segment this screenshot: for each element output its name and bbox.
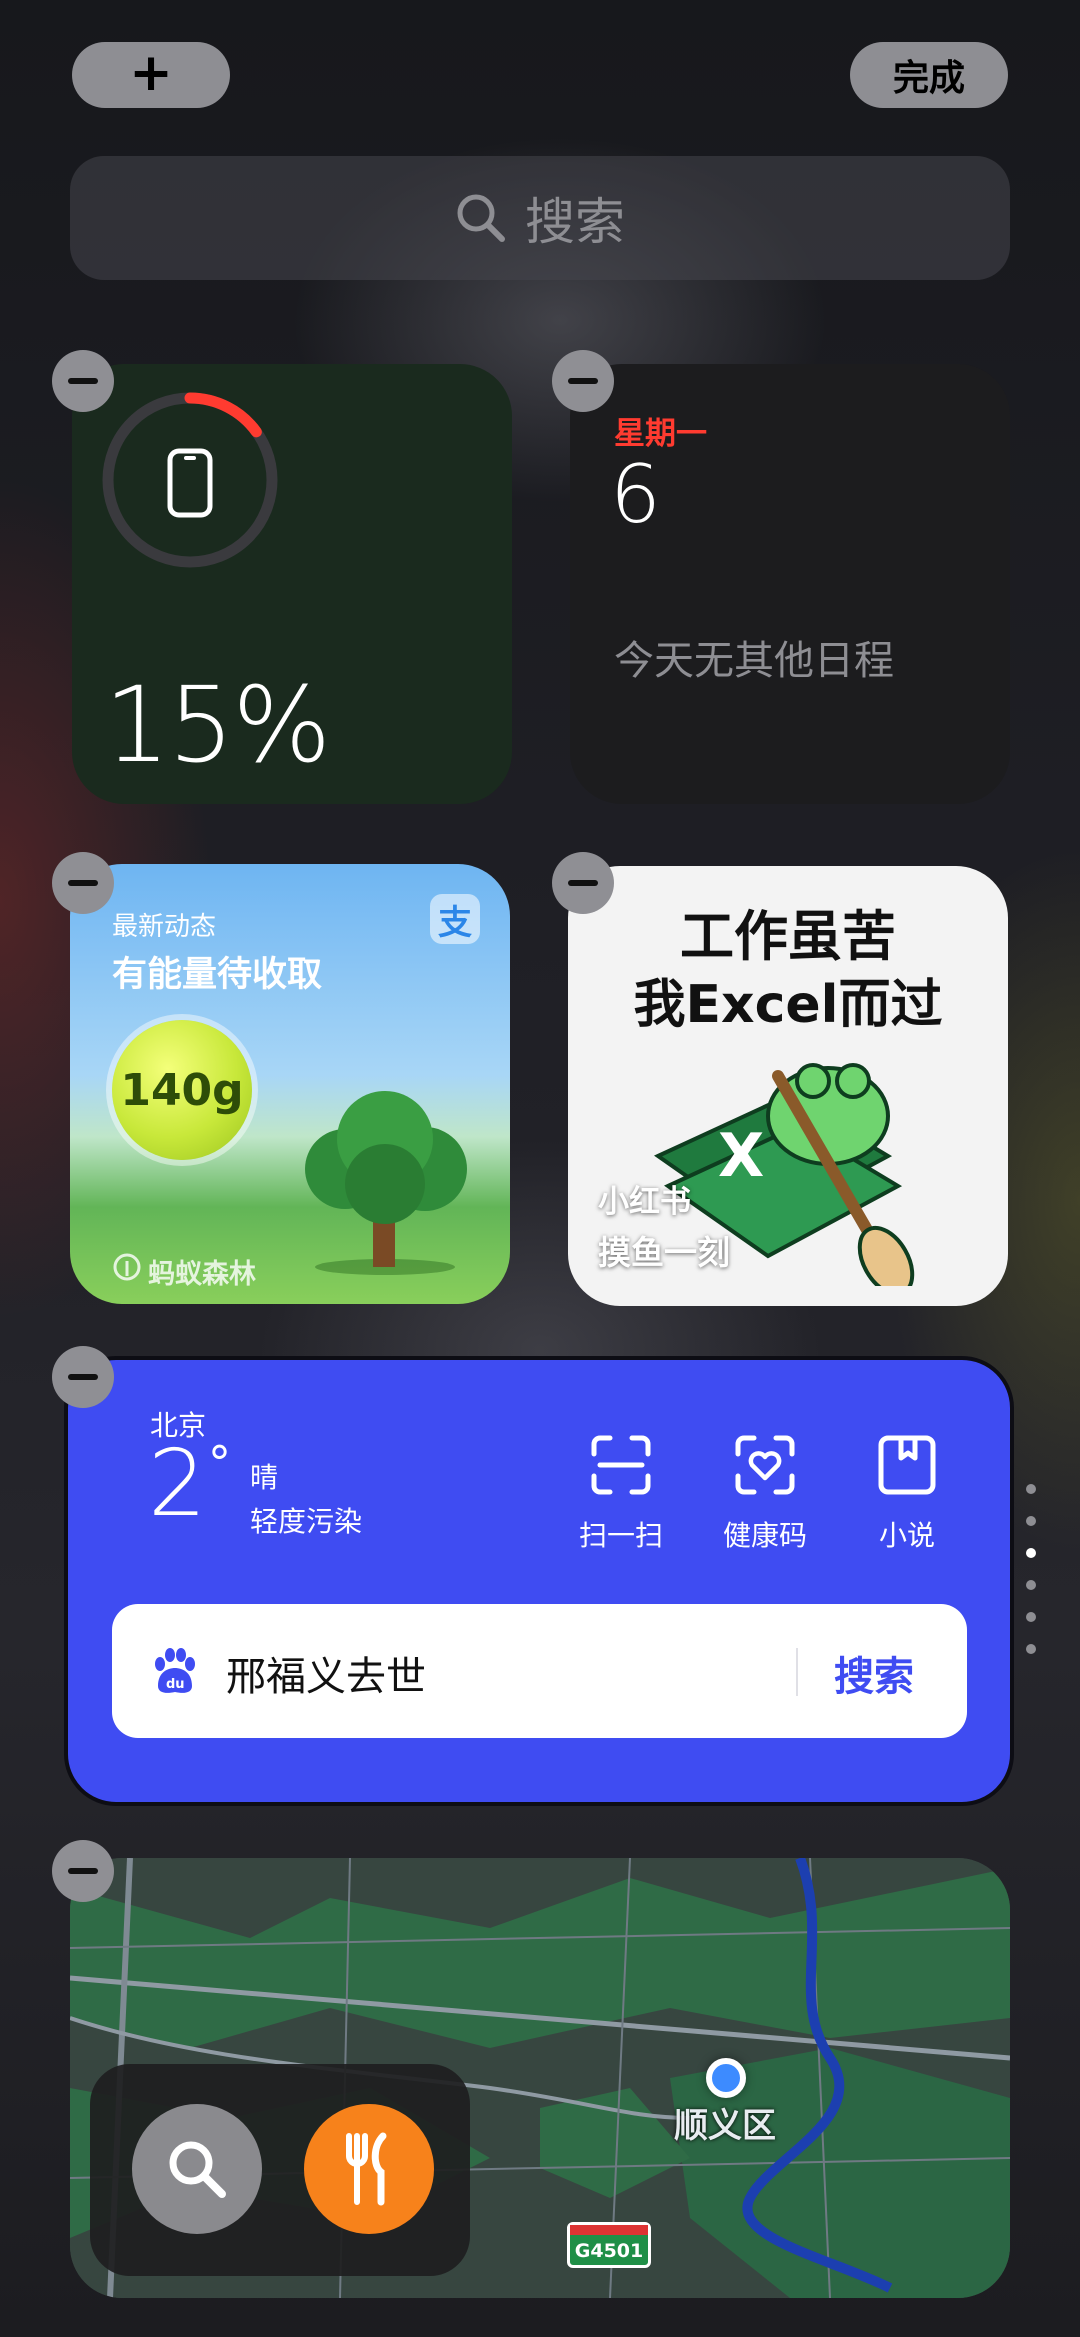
xhs-headline-2: 我Excel而过 — [633, 975, 943, 1035]
remove-map-widget-button[interactable] — [52, 1840, 114, 1902]
search-placeholder: 搜索 — [525, 193, 625, 251]
alipay-title: 有能量待收取 — [112, 955, 323, 995]
remove-alipay-widget-button[interactable] — [52, 852, 114, 914]
remove-battery-widget-button[interactable] — [52, 350, 114, 412]
calendar-events-text: 今天无其他日程 — [614, 638, 894, 684]
scan-label: 扫一扫 — [578, 1519, 663, 1552]
baidu-search-query: 邢福义去世 — [226, 1654, 426, 1700]
baidu-search-button[interactable]: 搜索 — [834, 1644, 914, 1702]
alipay-app-name: 蚂蚁森林 — [148, 1259, 256, 1290]
remove-baidu-widget-button[interactable] — [52, 1346, 114, 1408]
xhs-headline-1: 工作虽苦 — [680, 905, 896, 968]
done-label: 完成 — [892, 58, 965, 99]
fork-knife-icon — [346, 2132, 387, 2206]
calendar-day: 6 — [610, 448, 661, 541]
add-label: + — [129, 43, 173, 103]
xhs-app-name: 小红书 — [598, 1184, 691, 1220]
forest-logo-icon — [113, 1253, 141, 1281]
page-dot — [1026, 1612, 1036, 1622]
novel-shortcut[interactable]: 小说 — [842, 1430, 972, 1554]
map-place-label: 顺义区 — [674, 2106, 776, 2146]
baidu-paw-icon: du — [155, 1648, 195, 1693]
xiaohongshu-widget[interactable]: 工作虽苦 我Excel而过 X 小红书 摸鱼一刻 — [568, 866, 1008, 1306]
page-dot — [1026, 1516, 1036, 1526]
widget-search-field[interactable]: 搜索 — [70, 156, 1010, 280]
health-code-icon — [735, 1435, 795, 1495]
health-code-label: 健康码 — [722, 1519, 807, 1552]
search-icon — [457, 194, 505, 242]
energy-ball: 140g — [112, 1020, 252, 1160]
map-search-button[interactable] — [132, 2104, 262, 2234]
page-dot-active — [1026, 1548, 1036, 1558]
weather-condition: 晴 — [250, 1461, 279, 1494]
novel-label: 小说 — [878, 1519, 935, 1552]
weather-air-quality: 轻度污染 — [250, 1505, 363, 1538]
battery-percentage: 15% — [104, 664, 331, 786]
weather-temperature: 2 — [148, 1430, 207, 1537]
map-food-button[interactable] — [304, 2104, 434, 2234]
tree-illustration — [305, 1091, 467, 1275]
weather-degree: ° — [208, 1436, 231, 1490]
page-dot — [1026, 1644, 1036, 1654]
road-badge-label: G4501 — [574, 2240, 644, 2262]
search-icon — [169, 2141, 226, 2198]
road-badge-stripe — [570, 2225, 648, 2235]
xhs-caption: 摸鱼一刻 — [598, 1233, 730, 1272]
done-button[interactable]: 完成 — [850, 42, 1008, 108]
health-code-shortcut[interactable]: 健康码 — [700, 1430, 830, 1554]
page-dot — [1026, 1580, 1036, 1590]
road-badge: G4501 — [567, 2222, 651, 2268]
calendar-weekday: 星期一 — [614, 416, 707, 452]
remove-calendar-widget-button[interactable] — [552, 350, 614, 412]
map-location-dot — [706, 2058, 746, 2098]
alipay-icon: 支 — [430, 894, 480, 944]
baidu-widget[interactable] — [64, 1356, 1014, 1806]
scan-icon — [591, 1435, 651, 1495]
alipay-subtitle: 最新动态 — [112, 912, 217, 942]
battery-widget[interactable]: 15% — [72, 364, 512, 804]
svg-text:X: X — [718, 1121, 764, 1191]
svg-text:du: du — [166, 1677, 185, 1692]
phone-icon — [167, 448, 213, 518]
add-widget-button[interactable]: + — [72, 42, 230, 108]
alipay-forest-widget[interactable]: 最新动态 有能量待收取 支 140g 蚂蚁森林 — [70, 864, 510, 1304]
page-dot — [1026, 1484, 1036, 1494]
remove-xhs-widget-button[interactable] — [552, 852, 614, 914]
energy-amount: 140g — [120, 1064, 244, 1116]
baidu-search-bar[interactable]: du 邢福义去世 搜索 — [112, 1604, 967, 1738]
calendar-widget[interactable]: 星期一 6 今天无其他日程 — [570, 364, 1010, 804]
scan-shortcut[interactable]: 扫一扫 — [556, 1430, 686, 1554]
search-divider — [796, 1648, 798, 1696]
map-widget[interactable]: 顺义区 G4501 — [70, 1858, 1010, 2298]
book-icon — [878, 1435, 936, 1495]
